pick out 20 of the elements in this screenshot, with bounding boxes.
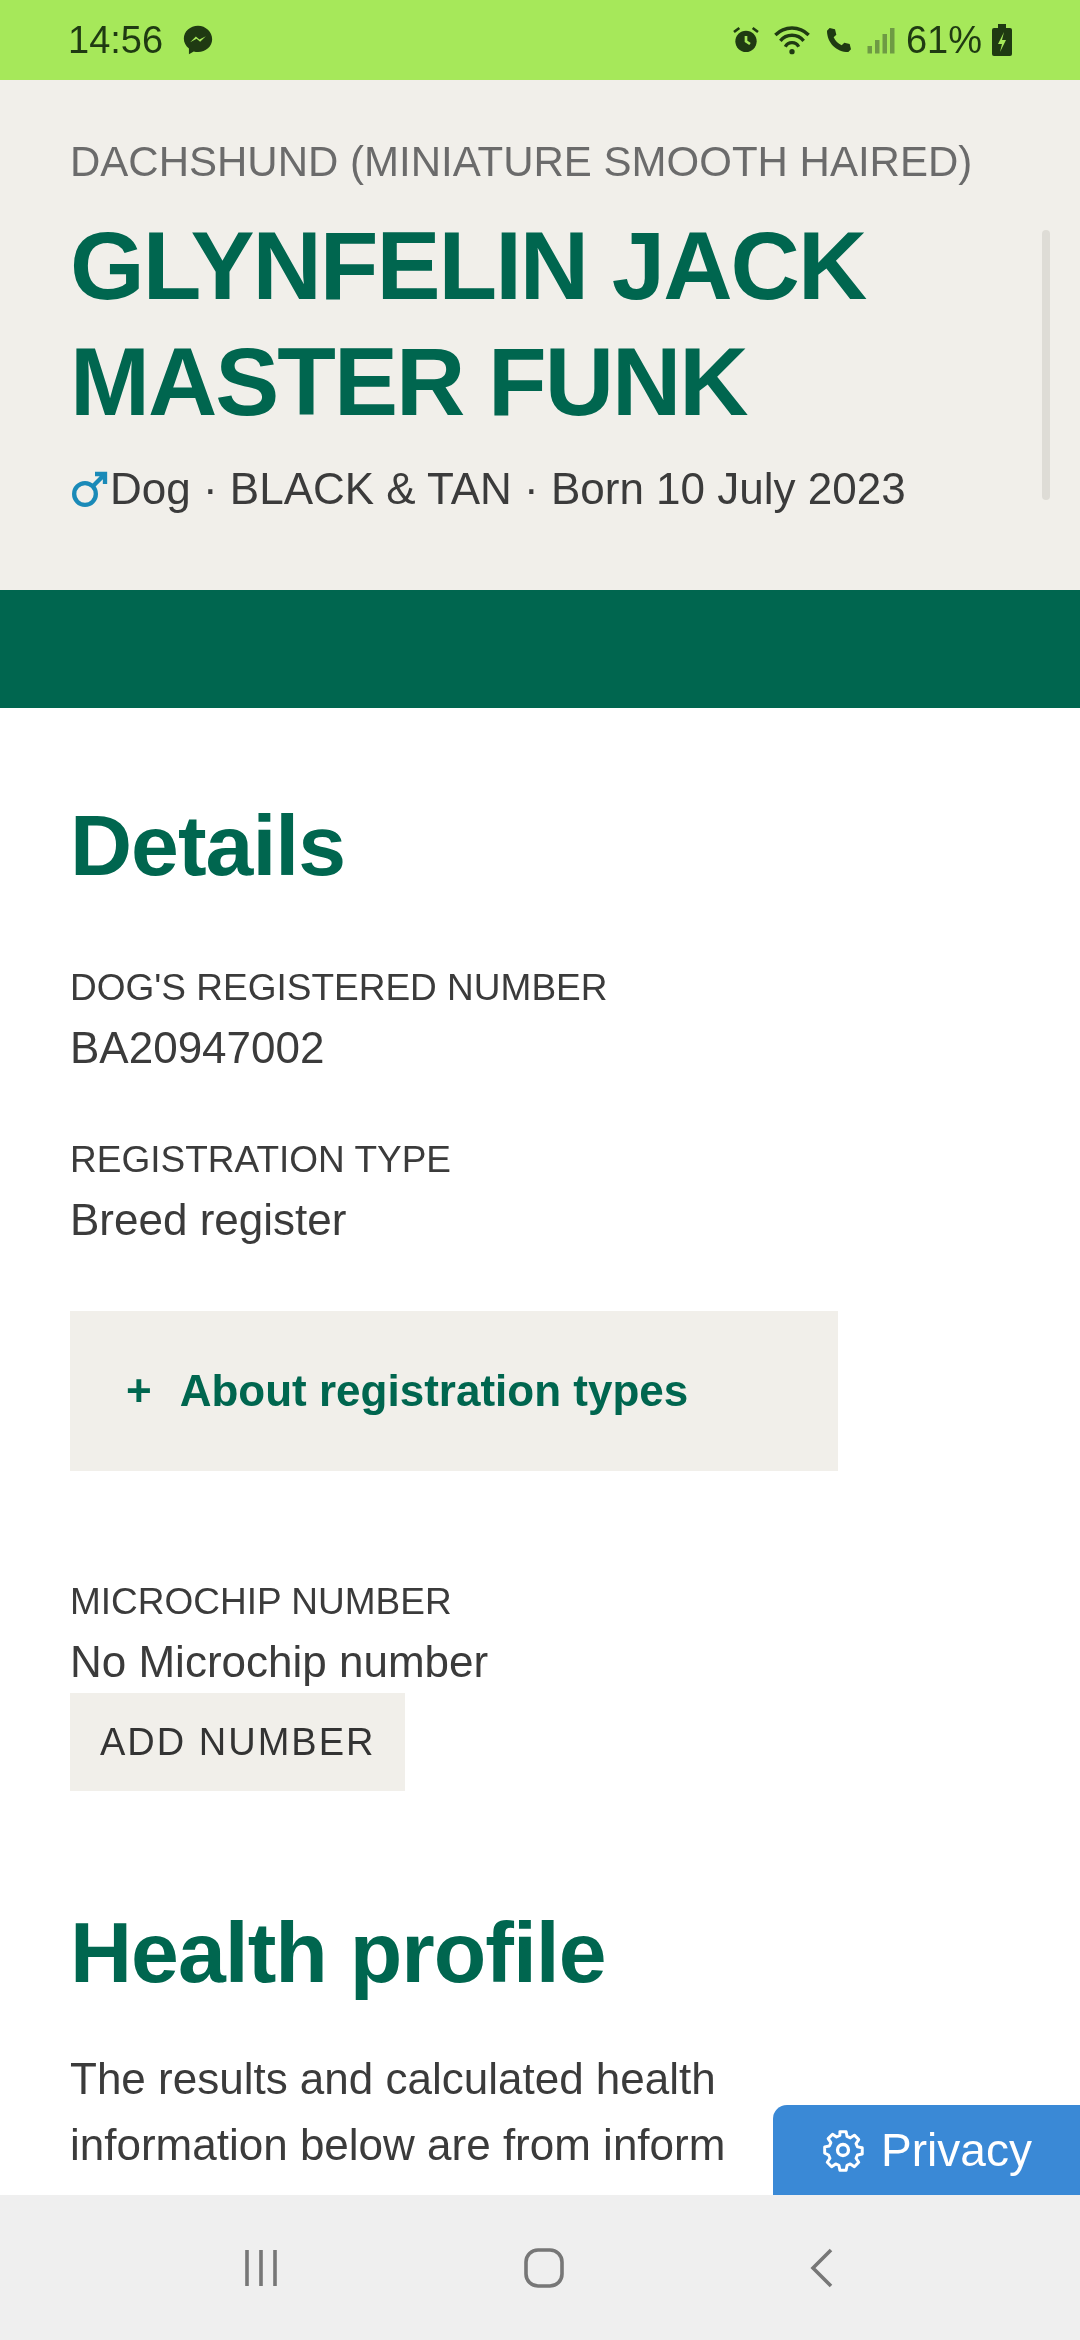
health-paragraph: The results and calculated health information below are from inform — [70, 2053, 727, 2171]
field-value: No Microchip number — [70, 1637, 490, 1687]
section-heading: Health profile — [70, 1903, 607, 2002]
dog-name: GLYNFELIN JACK MASTER FUNK — [70, 211, 867, 437]
privacy-button[interactable]: Privacy — [773, 2105, 1080, 2195]
field-label: MICROCHIP NUMBER — [70, 1581, 453, 1623]
male-icon — [70, 469, 110, 509]
about-registration-expander[interactable]: + About registration types — [70, 1311, 838, 1471]
dog-summary: Dog · BLACK & TAN · Born 10 July 2023 — [110, 464, 906, 514]
battery-icon — [992, 24, 1012, 56]
field-value: BA20947002 — [70, 1023, 326, 1073]
status-time: 14:56 — [68, 18, 164, 62]
battery-percent: 61% — [905, 18, 982, 62]
field-label: REGISTRATION TYPE — [70, 1139, 453, 1181]
field-value: Breed register — [70, 1195, 348, 1245]
add-number-button[interactable]: ADD NUMBER — [70, 1693, 406, 1791]
section-heading: Details — [70, 796, 347, 895]
field-label: DOG'S REGISTERED NUMBER — [70, 967, 609, 1009]
gear-icon — [821, 2128, 866, 2172]
breed-text: DACHSHUND (MINIATURE SMOOTH HAIRED) — [70, 138, 974, 186]
